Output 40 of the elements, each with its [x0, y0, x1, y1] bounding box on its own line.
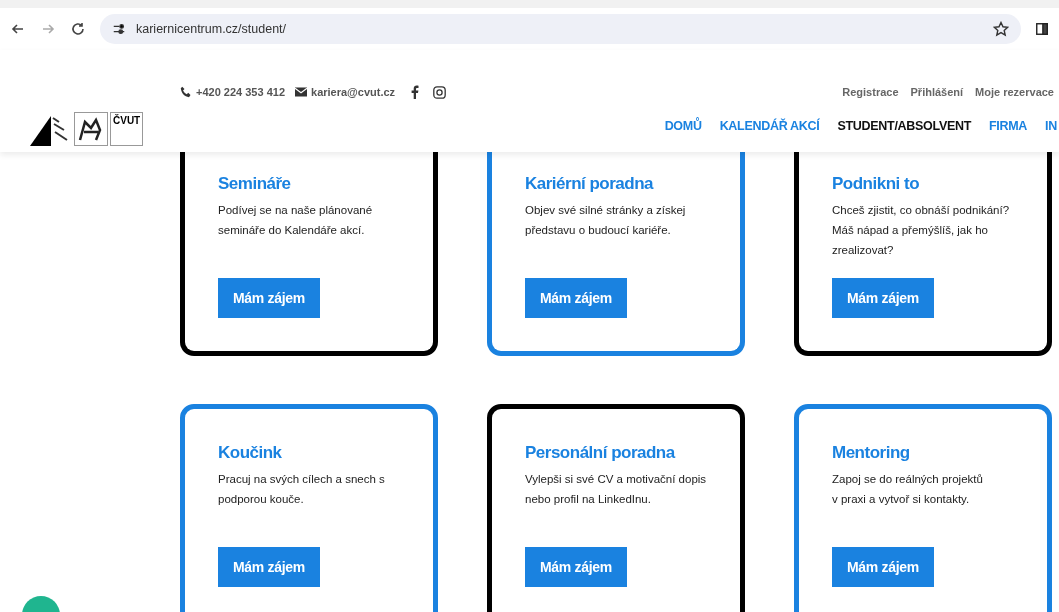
- interest-button[interactable]: Mám zájem: [832, 547, 934, 587]
- cvut-logo: ČVUT: [110, 112, 144, 146]
- card-title: Podnikni to: [832, 174, 921, 194]
- nav-link[interactable]: DOMŮ: [664, 119, 702, 133]
- instagram-icon[interactable]: [433, 85, 447, 99]
- nav-link[interactable]: IN: [1045, 119, 1057, 133]
- card-title: Semináře: [218, 174, 292, 194]
- nav-link[interactable]: KALENDÁŘ AKCÍ: [719, 119, 820, 133]
- card-title: Kariérní poradna: [525, 174, 655, 194]
- url-text: kariernicentrum.cz/student/: [136, 22, 287, 36]
- card-description: Podívej se na naše plánované semináře do Kalendáře akcí.: [218, 203, 374, 238]
- card-title: Koučink: [218, 443, 283, 463]
- phone-number[interactable]: +420 224 353 412: [196, 86, 285, 98]
- nav-link[interactable]: STUDENT/ABSOLVENT: [837, 119, 971, 133]
- card-title: Personální poradna: [525, 443, 677, 463]
- account-link[interactable]: Moje rezervace: [975, 86, 1054, 98]
- card-description: Objev své silné stránky a získej představu o budoucí kariéře.: [525, 203, 687, 238]
- interest-button[interactable]: Mám zájem: [525, 547, 627, 587]
- interest-button[interactable]: Mám zájem: [832, 278, 934, 318]
- lion-emblem-icon: [74, 112, 108, 146]
- star-icon[interactable]: [993, 21, 1009, 37]
- card-description: Zapoj se do reálných projektů v praxi a vytvoř si kontakty.: [832, 472, 984, 507]
- card-description: Pracuj na svých cílech a snech s podporou kouče.: [218, 472, 386, 507]
- address-bar[interactable]: kariernicentrum.cz/student/: [100, 14, 1021, 44]
- tune-icon[interactable]: [112, 22, 126, 36]
- interest-button[interactable]: Mám zájem: [218, 547, 320, 587]
- interest-button[interactable]: Mám zájem: [218, 278, 320, 318]
- account-link[interactable]: Přihlášení: [910, 86, 964, 98]
- reload-icon[interactable]: [70, 21, 86, 37]
- card-description: Chceš zjistit, co obnáší podnikání? Máš nápad a přemýšlíš, jak ho zrealizovat?: [832, 203, 1011, 258]
- phone-icon: [180, 86, 192, 98]
- card-description: Vylepši si své CV a motivační dopis nebo profil na LinkedInu.: [525, 472, 708, 507]
- account-link[interactable]: Registrace: [842, 86, 899, 98]
- sidebar-icon[interactable]: [1035, 22, 1049, 36]
- interest-button[interactable]: Mám zájem: [525, 278, 627, 318]
- card-title: Mentoring: [832, 443, 911, 463]
- mail-icon: [295, 87, 307, 97]
- nav-link[interactable]: FIRMA: [989, 119, 1028, 133]
- facebook-icon[interactable]: [411, 85, 420, 99]
- email-link[interactable]: kariera@cvut.cz: [311, 86, 396, 98]
